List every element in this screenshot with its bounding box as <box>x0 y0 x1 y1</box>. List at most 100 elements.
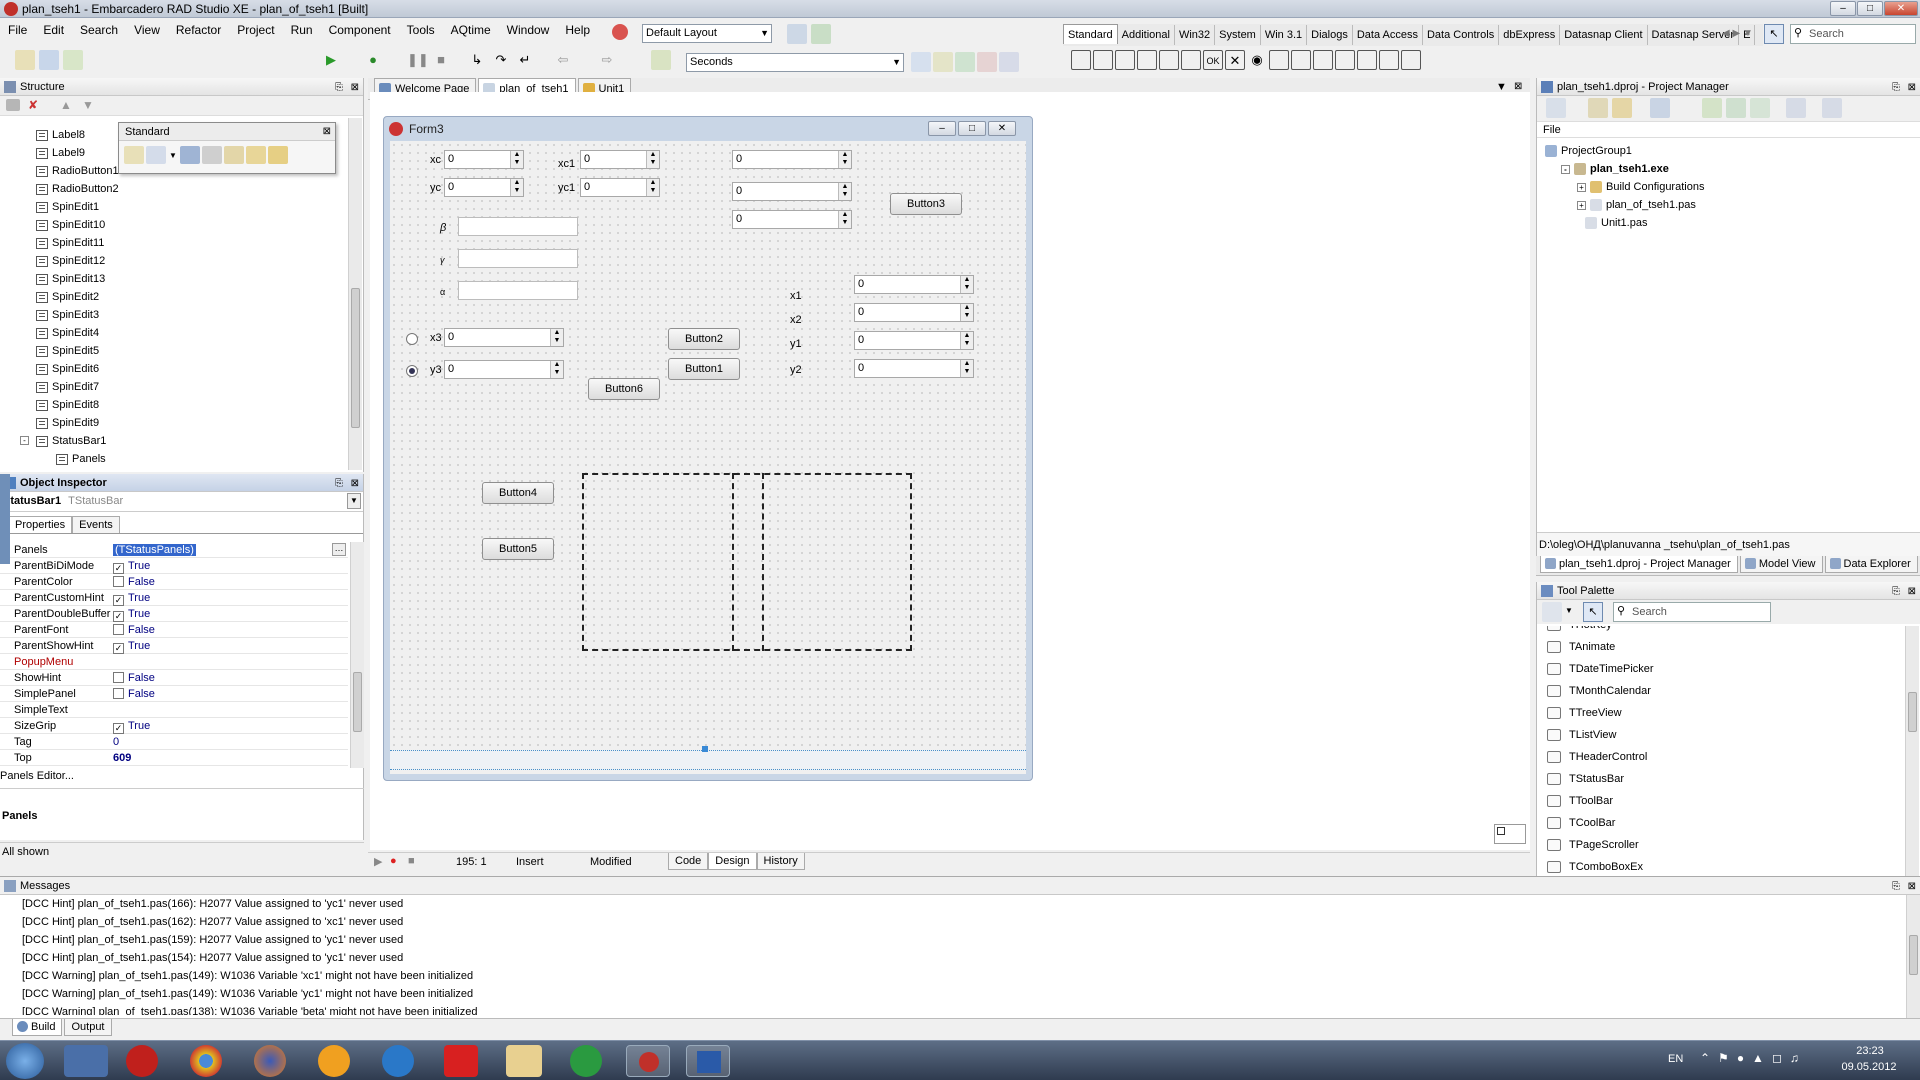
property-value[interactable]: False <box>113 686 155 702</box>
record-macro-icon[interactable]: ● <box>390 855 397 867</box>
label-y1[interactable]: y1 <box>790 338 802 350</box>
structure-item[interactable]: SpinEdit9 <box>36 414 336 432</box>
taskbar-yandex-icon[interactable] <box>444 1045 478 1077</box>
property-value[interactable]: (TStatusPanels) <box>113 542 196 558</box>
radiobutton-y3[interactable] <box>406 365 418 377</box>
structure-item[interactable]: SpinEdit2 <box>36 288 336 306</box>
pm-tree-item[interactable]: ProjectGroup1 <box>1541 142 1911 160</box>
taskbar-aimp-icon[interactable] <box>318 1045 350 1077</box>
tp-item-tanimate[interactable]: TAnimate <box>1537 636 1905 658</box>
property-row[interactable]: ParentCustomHint ✓ True <box>0 590 348 606</box>
structure-item[interactable]: Panels <box>36 450 336 468</box>
palette-tab-dialogs[interactable]: Dialogs <box>1307 25 1353 45</box>
tp-item-tlistview[interactable]: TListView <box>1537 724 1905 746</box>
tp-categories-icon[interactable] <box>1542 602 1562 622</box>
actionlist-icon[interactable] <box>1401 50 1421 70</box>
menu-search[interactable]: Search <box>72 19 126 41</box>
inspector-scrollbar[interactable] <box>350 542 364 768</box>
spinedit-x3[interactable]: 0 ▲ ▼ <box>444 328 564 347</box>
palette-search-input[interactable]: Search <box>1790 24 1916 44</box>
std-openproject-icon[interactable] <box>224 146 244 164</box>
spinedit-yc[interactable]: 0 ▲ ▼ <box>444 178 524 197</box>
ellipsis-button[interactable]: … <box>332 543 346 556</box>
pm-remove-icon[interactable] <box>1650 98 1670 118</box>
scrollbar-icon[interactable] <box>1313 50 1333 70</box>
message-line[interactable]: [DCC Warning] plan_of_tseh1.pas(149): W1… <box>0 985 1920 1003</box>
taskbar-explorer-icon[interactable] <box>506 1045 542 1077</box>
profiler-help-icon[interactable] <box>999 52 1019 72</box>
property-value[interactable]: ✓ True <box>113 606 150 622</box>
property-row[interactable]: ShowHint False <box>0 670 348 686</box>
property-checkbox[interactable] <box>113 672 124 683</box>
property-checkbox[interactable]: ✓ <box>113 611 124 622</box>
radiobutton-icon[interactable]: ◉ <box>1247 50 1267 70</box>
structure-item[interactable]: SpinEdit11 <box>36 234 336 252</box>
mainmenu-icon[interactable] <box>1093 50 1113 70</box>
spinedit-yc1[interactable]: 0 ▲ ▼ <box>580 178 660 197</box>
expand-icon[interactable]: + <box>1577 200 1586 210</box>
memo-icon[interactable] <box>1181 50 1201 70</box>
spinedit-y3[interactable]: 0 ▲ ▼ <box>444 360 564 379</box>
statusbar-grab-handle[interactable] <box>702 746 708 752</box>
pause-icon[interactable]: ❚❚ <box>407 50 429 70</box>
tp-scroll-thumb[interactable] <box>1908 692 1917 732</box>
clock-time[interactable]: 23:23 <box>1840 1045 1900 1057</box>
folder-icon[interactable] <box>6 99 20 111</box>
spinedit-top-right-2[interactable]: 0 ▲ ▼ <box>732 182 852 201</box>
edit-gamma[interactable] <box>458 249 578 268</box>
taskbar-firefox-icon[interactable] <box>254 1045 286 1077</box>
language-indicator[interactable]: EN <box>1668 1053 1683 1065</box>
object-selector-dropdown-icon[interactable]: ▼ <box>347 493 361 509</box>
tp-item-tstatusbar[interactable]: TStatusBar <box>1537 768 1905 790</box>
property-value[interactable]: 0 <box>113 734 119 750</box>
spinedit-x1[interactable]: 0 ▲ ▼ <box>854 275 974 294</box>
form-close-button[interactable]: ✕ <box>988 121 1016 136</box>
record-icon[interactable] <box>612 24 628 40</box>
property-value[interactable]: False <box>113 670 155 686</box>
std-add-icon[interactable] <box>246 146 266 164</box>
open-project-icon[interactable] <box>39 50 59 70</box>
structure-item[interactable]: SpinEdit6 <box>36 360 336 378</box>
cursor-select-icon[interactable]: ↖ <box>1764 24 1784 44</box>
std-dropdown-icon[interactable]: ▼ <box>168 146 178 164</box>
pm-activate-icon[interactable] <box>1546 98 1566 118</box>
structure-item[interactable]: SpinEdit12 <box>36 252 336 270</box>
palette-tab-standard[interactable]: Standard <box>1063 24 1118 44</box>
minimize-button[interactable]: – <box>1830 1 1856 16</box>
messages-scrollbar[interactable] <box>1906 895 1920 1019</box>
popupmenu-icon[interactable] <box>1115 50 1135 70</box>
form-preview-thumbnail[interactable] <box>1494 824 1526 844</box>
back-icon[interactable]: ⇦ <box>553 50 573 70</box>
form-maximize-button[interactable]: □ <box>958 121 986 136</box>
tp-item-thotkey[interactable]: THotKey <box>1537 626 1905 636</box>
run-icon[interactable]: ▶ <box>321 50 341 70</box>
taskbar-radstudio-icon[interactable] <box>626 1045 670 1077</box>
messages-pin-icon[interactable]: ⎘ <box>1892 878 1900 896</box>
property-row[interactable]: Panels (TStatusPanels)… <box>0 542 348 558</box>
menu-view[interactable]: View <box>126 19 168 41</box>
property-row[interactable]: PopupMenu <box>0 654 348 670</box>
menu-component[interactable]: Component <box>321 19 399 41</box>
pm-close-icon[interactable]: ⊠ <box>1908 79 1916 97</box>
message-line[interactable]: [DCC Hint] plan_of_tseh1.pas(166): H2077… <box>0 895 1920 913</box>
pm-tab-model-view[interactable]: Model View <box>1739 556 1823 573</box>
property-value[interactable]: False <box>113 622 155 638</box>
edit-alpha[interactable] <box>458 281 578 300</box>
spinedit-xc1[interactable]: 0 ▲ ▼ <box>580 150 660 169</box>
structure-item[interactable]: SpinEdit13 <box>36 270 336 288</box>
tp-item-tmonthcalendar[interactable]: TMonthCalendar <box>1537 680 1905 702</box>
forward-icon[interactable]: ⇨ <box>597 50 617 70</box>
structure-item[interactable]: SpinEdit3 <box>36 306 336 324</box>
messages-scroll-thumb[interactable] <box>1909 935 1918 975</box>
inspector-scroll-thumb[interactable] <box>353 672 362 732</box>
tp-item-tcoolbar[interactable]: TCoolBar <box>1537 812 1905 834</box>
label-x1[interactable]: x1 <box>790 290 802 302</box>
button3[interactable]: Button3 <box>890 193 962 215</box>
menu-tools[interactable]: Tools <box>399 19 443 41</box>
menu-refactor[interactable]: Refactor <box>168 19 229 41</box>
taskbar-utorrent-icon[interactable] <box>570 1045 602 1077</box>
property-row[interactable]: SizeGrip ✓ True <box>0 718 348 734</box>
palette-tab-additional[interactable]: Additional <box>1118 25 1175 45</box>
message-line[interactable]: [DCC Warning] plan_of_tseh1.pas(149): W1… <box>0 967 1920 985</box>
delete-icon[interactable]: ✘ <box>28 98 38 112</box>
